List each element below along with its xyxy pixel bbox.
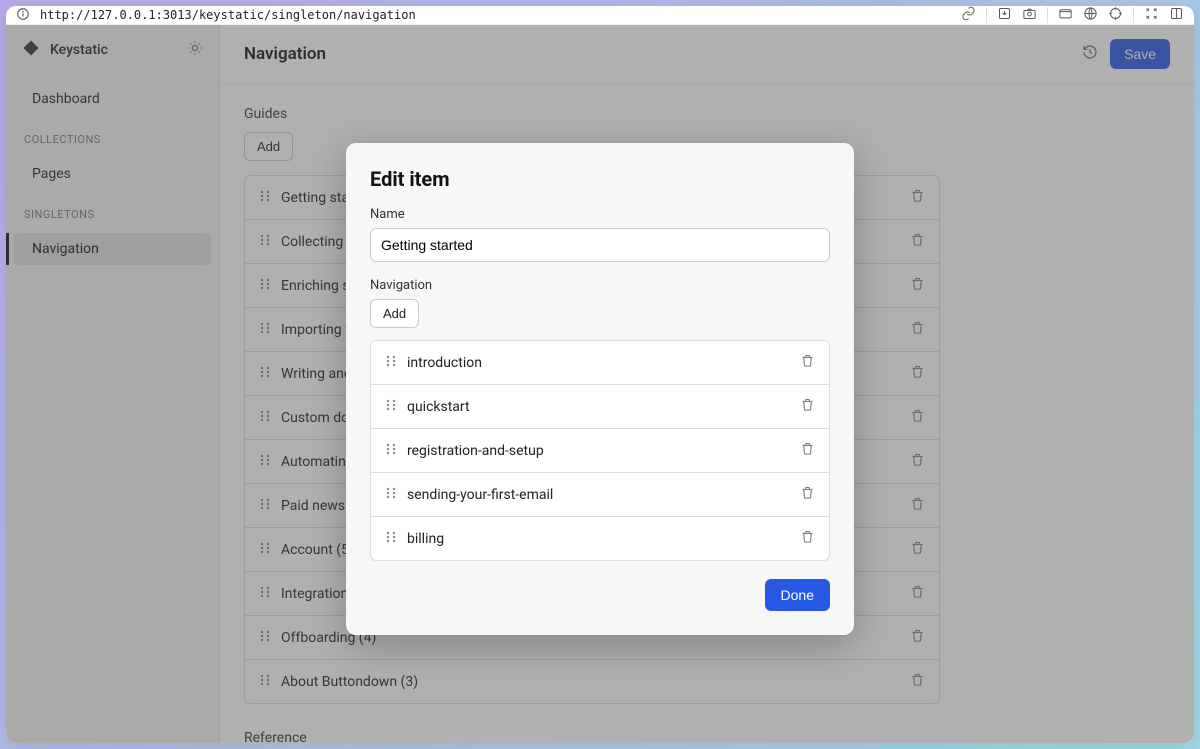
- drag-handle-icon[interactable]: [385, 399, 397, 415]
- folder-icon[interactable]: [1058, 6, 1073, 24]
- list-item[interactable]: registration-and-setup: [371, 429, 829, 473]
- download-icon[interactable]: [997, 6, 1012, 24]
- drag-handle-icon[interactable]: [385, 487, 397, 503]
- url-display[interactable]: http://127.0.0.1:3013/keystatic/singleto…: [40, 8, 951, 22]
- modal-nav-list: introduction quickstart registration-and-s…: [370, 340, 830, 561]
- panel-icon[interactable]: [1169, 6, 1184, 24]
- list-item-label: introduction: [407, 355, 790, 371]
- list-item[interactable]: sending-your-first-email: [371, 473, 829, 517]
- target-icon[interactable]: [1108, 6, 1123, 24]
- delete-icon[interactable]: [800, 353, 815, 372]
- name-input[interactable]: [370, 228, 830, 262]
- info-icon: [16, 7, 30, 24]
- name-field-label: Name: [370, 207, 830, 222]
- list-item[interactable]: quickstart: [371, 385, 829, 429]
- camera-icon[interactable]: [1022, 6, 1037, 24]
- delete-icon[interactable]: [800, 441, 815, 460]
- list-item-label: sending-your-first-email: [407, 487, 790, 503]
- drag-handle-icon[interactable]: [385, 443, 397, 459]
- navigation-field-label: Navigation: [370, 278, 830, 293]
- delete-icon[interactable]: [800, 529, 815, 548]
- browser-actions: [961, 6, 1184, 24]
- link-icon[interactable]: [961, 6, 976, 24]
- done-button[interactable]: Done: [765, 579, 830, 611]
- modal-title: Edit item: [370, 167, 830, 191]
- resize-icon[interactable]: [1144, 6, 1159, 24]
- delete-icon[interactable]: [800, 485, 815, 504]
- browser-bar: http://127.0.0.1:3013/keystatic/singleto…: [6, 6, 1194, 25]
- app-window: http://127.0.0.1:3013/keystatic/singleto…: [6, 6, 1194, 743]
- modal-add-button[interactable]: Add: [370, 299, 419, 328]
- drag-handle-icon[interactable]: [385, 531, 397, 547]
- list-item[interactable]: billing: [371, 517, 829, 560]
- list-item-label: quickstart: [407, 399, 790, 415]
- drag-handle-icon[interactable]: [385, 355, 397, 371]
- list-item-label: billing: [407, 531, 790, 547]
- list-item[interactable]: introduction: [371, 341, 829, 385]
- globe-icon[interactable]: [1083, 6, 1098, 24]
- list-item-label: registration-and-setup: [407, 443, 790, 459]
- edit-item-modal: Edit item Name Navigation Add introducti…: [346, 143, 854, 635]
- app-body: Keystatic Dashboard COLLECTIONS Pages SI…: [6, 25, 1194, 743]
- delete-icon[interactable]: [800, 397, 815, 416]
- modal-overlay[interactable]: Edit item Name Navigation Add introducti…: [6, 25, 1194, 743]
